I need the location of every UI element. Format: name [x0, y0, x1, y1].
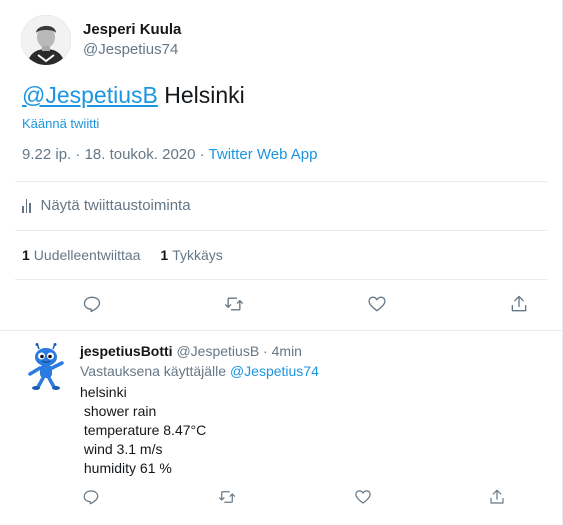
- translate-link[interactable]: Käännä twiitti: [22, 116, 99, 131]
- retweet-icon: [225, 297, 243, 311]
- share-button[interactable]: [507, 292, 531, 316]
- replying-prefix: Vastauksena käyttäjälle: [80, 363, 230, 379]
- reply-author-handle[interactable]: @JespetiusB: [176, 343, 259, 359]
- tweet-time[interactable]: 9.22 ip.: [22, 146, 71, 163]
- replying-to-link[interactable]: @Jespetius74: [230, 363, 319, 379]
- reply-author-name[interactable]: jespetiusBotti: [80, 343, 173, 359]
- reply-share-button[interactable]: [486, 486, 508, 508]
- tweet-body: Helsinki: [157, 82, 245, 108]
- tweet-text: @JespetiusB Helsinki: [22, 80, 245, 110]
- share-icon: [490, 489, 504, 504]
- meta-separator: ·: [195, 146, 209, 163]
- reply-icon: [83, 296, 101, 313]
- divider: [15, 279, 547, 280]
- retweets-count: 1: [22, 247, 30, 263]
- retweets-stat[interactable]: 1 Uudelleentwiittaa: [22, 247, 140, 263]
- divider: [15, 230, 547, 231]
- author-name[interactable]: Jesperi Kuula: [83, 20, 181, 40]
- reply-header: jespetiusBotti @JespetiusB · 4min: [80, 343, 302, 359]
- avatar[interactable]: [21, 15, 71, 65]
- retweet-button[interactable]: [222, 292, 246, 316]
- tweet-detail-page: Jesperi Kuula @Jespetius74 @JespetiusB H…: [0, 0, 563, 525]
- bot-avatar[interactable]: [22, 343, 70, 391]
- likes-count: 1: [160, 247, 169, 263]
- tweet-source[interactable]: Twitter Web App: [209, 146, 318, 163]
- tweet-meta: 9.22 ip. · 18. toukok. 2020 · Twitter We…: [22, 146, 318, 163]
- reply-retweet-button[interactable]: [216, 486, 238, 508]
- reply-text: helsinki shower rain temperature 8.47°C …: [80, 384, 207, 476]
- likes-stat[interactable]: 1 Tykkäys: [160, 247, 222, 263]
- heart-icon: [355, 490, 371, 504]
- tweet-stats: 1 Uudelleentwiittaa 1 Tykkäys: [22, 247, 223, 263]
- reply-timestamp[interactable]: 4min: [272, 343, 302, 359]
- reply-tweet[interactable]: jespetiusBotti @JespetiusB · 4min Vastau…: [0, 330, 562, 525]
- heart-icon: [368, 296, 386, 312]
- reply-like-button[interactable]: [352, 486, 374, 508]
- tweet-activity-link[interactable]: Näytä twiittaustoiminta: [22, 197, 191, 214]
- mention-link[interactable]: @JespetiusB: [22, 82, 158, 108]
- divider: [15, 181, 547, 182]
- likes-label: Tykkäys: [172, 247, 223, 263]
- tweet-date[interactable]: 18. toukok. 2020: [85, 146, 196, 163]
- author-info: Jesperi Kuula @Jespetius74: [83, 20, 181, 60]
- reply-button[interactable]: [80, 292, 104, 316]
- bar-chart-icon: [22, 198, 31, 213]
- reply-reply-button[interactable]: [80, 486, 102, 508]
- reply-icon: [83, 490, 99, 505]
- replying-to: Vastauksena käyttäjälle @Jespetius74: [80, 363, 319, 379]
- tweet-header: Jesperi Kuula @Jespetius74: [21, 15, 181, 65]
- reply-separator: ·: [259, 343, 272, 359]
- author-handle[interactable]: @Jespetius74: [83, 40, 181, 60]
- retweet-icon: [218, 491, 236, 503]
- share-icon: [511, 295, 527, 312]
- meta-separator: ·: [71, 146, 85, 163]
- activity-label: Näytä twiittaustoiminta: [40, 197, 191, 214]
- like-button[interactable]: [365, 292, 389, 316]
- retweets-label: Uudelleentwiittaa: [33, 247, 141, 263]
